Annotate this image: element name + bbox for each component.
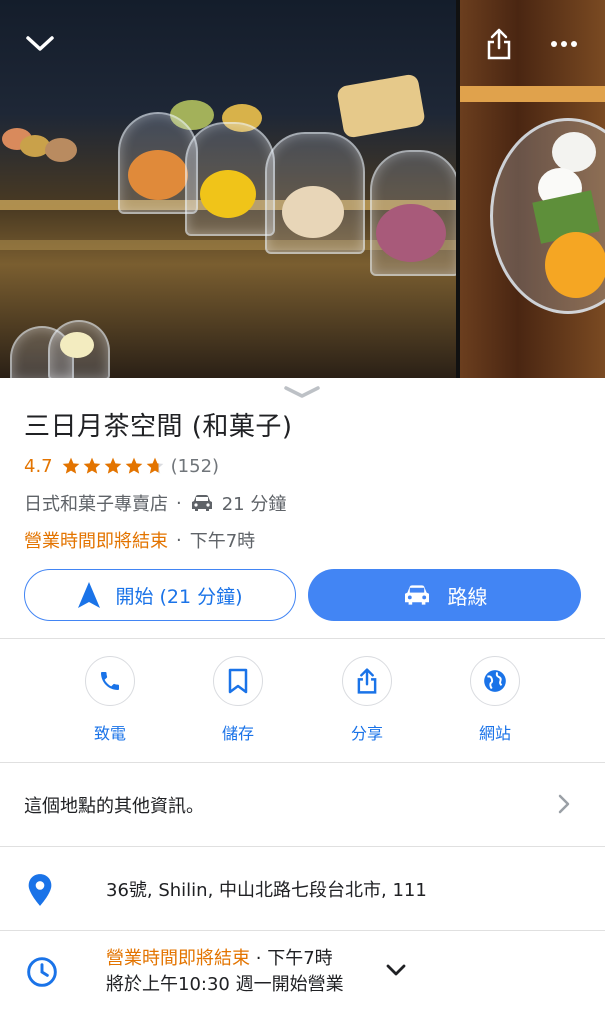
bamboo-scoop <box>336 73 426 139</box>
separator: · <box>255 948 262 969</box>
half-star-icon <box>146 457 163 474</box>
sweet <box>376 204 446 262</box>
chevron-down-icon <box>26 36 54 51</box>
divider <box>0 846 605 847</box>
collapse-button[interactable] <box>18 22 62 66</box>
share-icon <box>357 668 377 694</box>
tray-edge <box>460 86 605 102</box>
star-icon <box>104 457 121 474</box>
sheet-drag-handle[interactable] <box>283 384 321 403</box>
directions-button-label: 路線 <box>447 584 488 609</box>
place-category: 日式和菓子專賣店 <box>24 494 168 515</box>
more-options-button[interactable] <box>542 22 586 66</box>
category-row: 日式和菓子專賣店 · 21 分鐘 <box>24 490 286 516</box>
car-icon <box>404 585 429 605</box>
sweet <box>60 332 94 358</box>
hours-detail-closing: 下午7時 <box>267 948 333 969</box>
rating-row[interactable]: 4.7 (152) <box>24 453 219 479</box>
phone-icon <box>101 672 119 690</box>
website-button[interactable] <box>470 656 520 706</box>
share-button[interactable] <box>342 656 392 706</box>
save-button[interactable] <box>213 656 263 706</box>
directions-button[interactable]: 路線 <box>308 569 581 621</box>
orange-slice <box>545 232 605 298</box>
chevron-right-icon <box>558 794 570 814</box>
photo-gallery[interactable] <box>0 0 605 378</box>
share-label: 分享 <box>350 724 383 743</box>
mochi-ball <box>552 132 596 172</box>
website-action[interactable]: 網站 <box>455 656 535 744</box>
star-icon <box>125 457 142 474</box>
divider <box>0 930 605 931</box>
separator: · <box>176 492 182 514</box>
bookmark-icon <box>228 668 248 694</box>
star-rating <box>61 456 165 476</box>
navigation-arrow-icon <box>78 582 101 608</box>
next-open-text: 將於上午10:30 週一開始營業 <box>106 974 344 995</box>
separator: · <box>176 529 182 551</box>
rating-value: 4.7 <box>24 455 53 477</box>
hours-summary-row: 營業時間即將結束 · 下午7時 <box>24 527 255 553</box>
globe-icon <box>484 670 506 692</box>
sweet <box>45 138 77 162</box>
clock-icon <box>26 956 58 992</box>
share-top-button[interactable] <box>477 22 521 66</box>
hours-expand-button[interactable] <box>386 962 406 981</box>
address-text[interactable]: 36號, Shilin, 中山北路七段台北市, 111 <box>106 876 427 902</box>
hours-detail[interactable]: 營業時間即將結束 · 下午7時 將於上午10:30 週一開始營業 <box>106 946 344 998</box>
divider <box>0 762 605 763</box>
car-icon <box>191 495 212 511</box>
call-label: 致電 <box>93 724 126 743</box>
call-action[interactable]: 致電 <box>70 656 150 744</box>
more-info-chevron[interactable] <box>557 794 571 818</box>
start-navigation-button[interactable]: 開始 (21 分鐘) <box>24 569 296 621</box>
call-button[interactable] <box>85 656 135 706</box>
place-title: 三日月茶空間 (和菓子) <box>24 412 293 442</box>
closing-time: 下午7時 <box>189 531 256 552</box>
sweet <box>200 170 256 218</box>
save-label: 儲存 <box>221 724 254 743</box>
location-pin-icon <box>26 873 54 911</box>
start-button-label: 開始 (21 分鐘) <box>115 585 243 608</box>
more-dots-icon <box>551 41 577 47</box>
star-icon <box>83 457 100 474</box>
hours-detail-status: 營業時間即將結束 <box>106 948 250 969</box>
review-count: (152) <box>170 455 220 477</box>
photo-main[interactable] <box>0 0 456 378</box>
chevron-down-icon <box>284 386 320 398</box>
sweet <box>282 186 344 238</box>
drive-time: 21 分鐘 <box>221 494 287 515</box>
sweet <box>128 150 188 200</box>
website-label: 網站 <box>478 724 511 743</box>
hours-status: 營業時間即將結束 <box>24 531 168 552</box>
chevron-down-icon <box>386 964 406 976</box>
share-action[interactable]: 分享 <box>327 656 407 744</box>
more-info-link[interactable]: 這個地點的其他資訊。 <box>24 792 204 818</box>
save-action[interactable]: 儲存 <box>198 656 278 744</box>
divider <box>0 638 605 639</box>
star-icon <box>62 457 79 474</box>
share-icon <box>487 28 511 60</box>
